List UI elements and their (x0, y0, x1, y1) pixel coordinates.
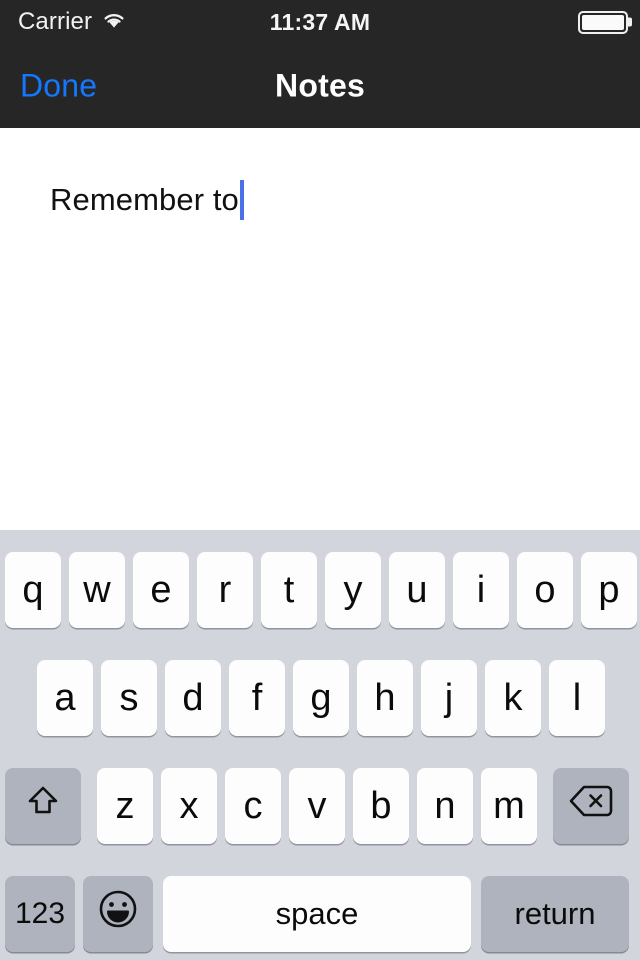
page-title: Notes (275, 67, 365, 104)
battery-icon (578, 10, 632, 34)
key-l[interactable]: l (549, 660, 605, 736)
shift-arrow-icon (24, 782, 62, 830)
key-v[interactable]: v (289, 768, 345, 844)
status-bar-right (578, 10, 632, 34)
shift-key[interactable] (5, 768, 81, 844)
backspace-delete-icon (568, 784, 614, 828)
text-caret (239, 180, 244, 220)
key-r[interactable]: r (197, 552, 253, 628)
key-m[interactable]: m (481, 768, 537, 844)
backspace-key[interactable] (553, 768, 629, 844)
key-s[interactable]: s (101, 660, 157, 736)
key-w[interactable]: w (69, 552, 125, 628)
emoji-key[interactable] (83, 876, 153, 952)
key-q[interactable]: q (5, 552, 61, 628)
battery-fill (582, 14, 624, 30)
key-o[interactable]: o (517, 552, 573, 628)
space-key[interactable]: space (163, 876, 471, 952)
key-p[interactable]: p (581, 552, 637, 628)
key-n[interactable]: n (417, 768, 473, 844)
key-t[interactable]: t (261, 552, 317, 628)
key-i[interactable]: i (453, 552, 509, 628)
key-g[interactable]: g (293, 660, 349, 736)
key-e[interactable]: e (133, 552, 189, 628)
key-f[interactable]: f (229, 660, 285, 736)
note-line: Remember to (50, 180, 610, 220)
onscreen-keyboard: q w e r t y u i o p a s d f g h j k l z … (0, 530, 640, 960)
key-d[interactable]: d (165, 660, 221, 736)
return-key[interactable]: return (481, 876, 629, 952)
note-text-area[interactable]: Remember to (0, 128, 640, 530)
phone-screen: Carrier 11:37 AM Done Notes Remember to (0, 0, 640, 960)
key-k[interactable]: k (485, 660, 541, 736)
key-u[interactable]: u (389, 552, 445, 628)
key-x[interactable]: x (161, 768, 217, 844)
keyboard-row-4: 123 space return (0, 876, 640, 952)
key-j[interactable]: j (421, 660, 477, 736)
status-bar-time: 11:37 AM (269, 8, 371, 35)
smiley-face-icon (97, 888, 139, 940)
key-c[interactable]: c (225, 768, 281, 844)
status-bar: Carrier 11:37 AM (0, 0, 640, 44)
note-text: Remember to (50, 182, 239, 217)
battery-cap (628, 17, 632, 27)
key-y[interactable]: y (325, 552, 381, 628)
key-z[interactable]: z (97, 768, 153, 844)
keyboard-row-3: z x c v b n m (0, 768, 640, 844)
keyboard-row-2: a s d f g h j k l (0, 660, 640, 736)
key-b[interactable]: b (353, 768, 409, 844)
keyboard-row-1: q w e r t y u i o p (0, 552, 640, 628)
numbers-key[interactable]: 123 (5, 876, 75, 952)
key-h[interactable]: h (357, 660, 413, 736)
navigation-bar: Done Notes (0, 44, 640, 128)
key-a[interactable]: a (37, 660, 93, 736)
